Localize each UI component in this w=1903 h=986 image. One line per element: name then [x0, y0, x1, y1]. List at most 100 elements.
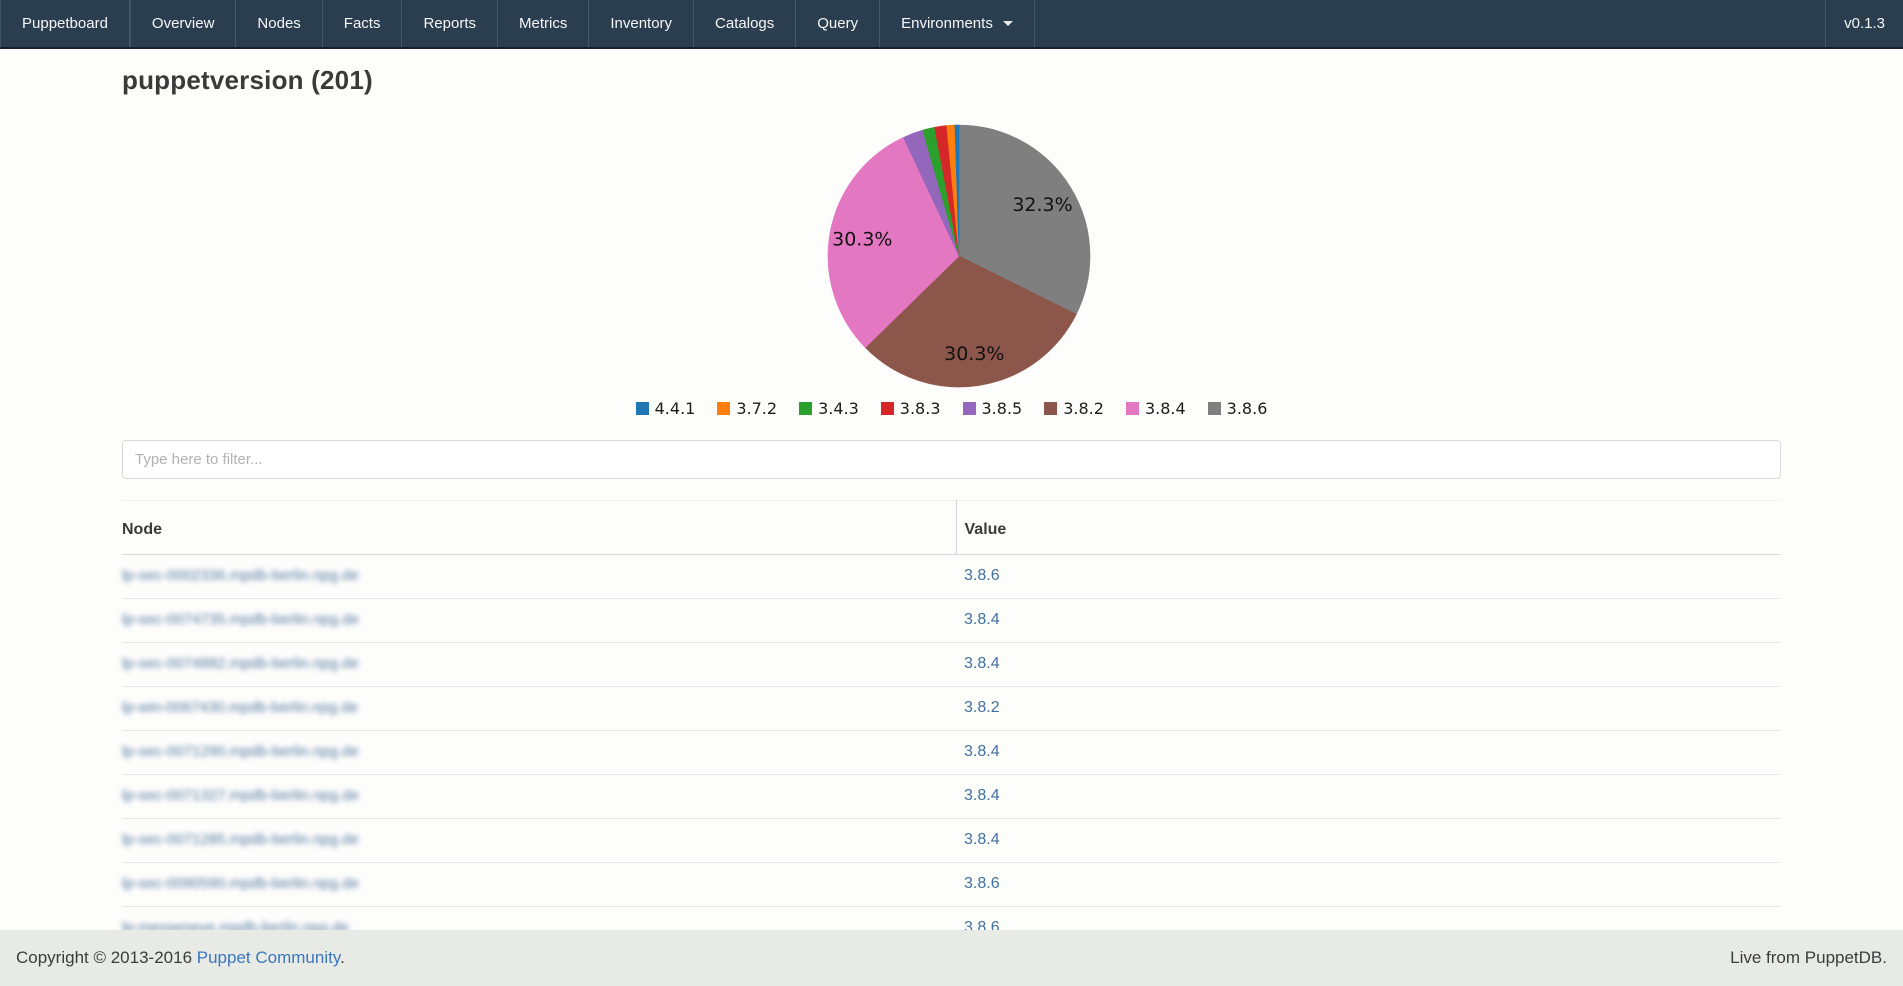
nav-item-catalogs[interactable]: Catalogs [694, 0, 796, 47]
table-row: lp-sec-0074882.mpdb-berlin.npg.de 3.8.4 [122, 643, 1781, 687]
legend-swatch-icon [717, 402, 730, 415]
table-row: lp-sec-0090590.mpdb-berlin.npg.de 3.8.6 [122, 863, 1781, 907]
fact-value-link[interactable]: 3.8.6 [964, 567, 1000, 584]
legend-item-3.8.2: 3.8.2 [1044, 399, 1104, 418]
legend-label: 3.7.2 [736, 399, 777, 418]
value-cell: 3.8.4 [956, 819, 1781, 863]
legend-label: 4.4.1 [655, 399, 696, 418]
fact-value-table: Node Value lp-sec-0002336.mpdb-berlin.np… [122, 500, 1781, 951]
fact-value-link[interactable]: 3.8.4 [964, 655, 1000, 672]
node-link-redacted[interactable]: lp-sec-0071285.mpdb-berlin.npg.de [122, 831, 359, 848]
legend-label: 3.8.6 [1227, 399, 1268, 418]
table-row: lp-sec-0071327.mpdb-berlin.npg.de 3.8.4 [122, 775, 1781, 819]
node-cell: lp-sec-0002336.mpdb-berlin.npg.de [122, 555, 956, 599]
node-cell: lp-sec-0074882.mpdb-berlin.npg.de [122, 643, 956, 687]
filter-input[interactable] [122, 440, 1781, 479]
legend-item-3.8.3: 3.8.3 [881, 399, 941, 418]
value-cell: 3.8.6 [956, 863, 1781, 907]
value-cell: 3.8.2 [956, 687, 1781, 731]
nav-item-overview[interactable]: Overview [130, 0, 237, 47]
legend-item-3.7.2: 3.7.2 [717, 399, 777, 418]
pie-percentage-label: 30.3% [832, 228, 892, 250]
value-cell: 3.8.4 [956, 775, 1781, 819]
environments-label: Environments [901, 15, 993, 32]
node-link-redacted[interactable]: lp-sec-0090590.mpdb-berlin.npg.de [122, 875, 359, 892]
node-cell: lp-win-0067430.mpdb-berlin.npg.de [122, 687, 956, 731]
legend-swatch-icon [1208, 402, 1221, 415]
nav-item-metrics[interactable]: Metrics [498, 0, 589, 47]
nav-item-query[interactable]: Query [796, 0, 880, 47]
pie-percentage-label: 30.3% [944, 343, 1004, 365]
table-body: lp-sec-0002336.mpdb-berlin.npg.de3.8.6lp… [122, 555, 1781, 951]
value-cell: 3.8.4 [956, 643, 1781, 687]
legend-item-3.8.6: 3.8.6 [1208, 399, 1268, 418]
table-row: lp-sec-0071290.mpdb-berlin.npg.de 3.8.4 [122, 731, 1781, 775]
fact-value-link[interactable]: 3.8.4 [964, 743, 1000, 760]
column-header-node: Node [122, 501, 956, 555]
value-cell: 3.8.4 [956, 599, 1781, 643]
nav-item-reports[interactable]: Reports [402, 0, 498, 47]
legend-item-3.8.4: 3.8.4 [1126, 399, 1186, 418]
puppet-community-link[interactable]: Puppet Community [197, 948, 340, 967]
nav-items-container: OverviewNodesFactsReportsMetricsInventor… [130, 0, 880, 47]
value-cell: 3.8.4 [956, 731, 1781, 775]
legend-label: 3.8.2 [1063, 399, 1104, 418]
node-cell: lp-sec-0074735.mpdb-berlin.npg.de [122, 599, 956, 643]
nav-item-nodes[interactable]: Nodes [236, 0, 322, 47]
fact-value-link[interactable]: 3.8.2 [964, 699, 1000, 716]
table-row: lp-sec-0002336.mpdb-berlin.npg.de 3.8.6 [122, 555, 1781, 599]
legend-item-4.4.1: 4.4.1 [636, 399, 696, 418]
legend-label: 3.8.3 [900, 399, 941, 418]
nav-brand-label: Puppetboard [22, 15, 108, 32]
legend-item-3.8.5: 3.8.5 [963, 399, 1023, 418]
fact-value-link[interactable]: 3.8.6 [964, 875, 1000, 892]
legend-swatch-icon [1126, 402, 1139, 415]
node-cell: lp-sec-0090590.mpdb-berlin.npg.de [122, 863, 956, 907]
node-link-redacted[interactable]: lp-sec-0071290.mpdb-berlin.npg.de [122, 743, 359, 760]
footer-copyright: Copyright © 2013-2016 Puppet Community. [16, 948, 345, 968]
fact-value-link[interactable]: 3.8.4 [964, 787, 1000, 804]
column-header-value: Value [956, 501, 1781, 555]
pie-chart: 32.3% 30.3% 30.3% [739, 116, 1179, 391]
pie-percentage-label: 32.3% [1012, 194, 1072, 216]
node-cell: lp-sec-0071290.mpdb-berlin.npg.de [122, 731, 956, 775]
fact-value-link[interactable]: 3.8.4 [964, 831, 1000, 848]
legend-swatch-icon [1044, 402, 1057, 415]
node-cell: lp-sec-0071327.mpdb-berlin.npg.de [122, 775, 956, 819]
chart-legend: 4.4.1 3.7.2 3.4.3 3.8.3 3.8.5 3.8.2 3.8.4 3.8.6 [122, 399, 1781, 418]
top-navbar: Puppetboard OverviewNodesFactsReportsMet… [0, 0, 1903, 49]
legend-label: 3.4.3 [818, 399, 859, 418]
footer-status: Live from PuppetDB. [1730, 948, 1887, 968]
node-cell: lp-sec-0071285.mpdb-berlin.npg.de [122, 819, 956, 863]
pie-chart-svg: 32.3% 30.3% 30.3% [739, 116, 1179, 391]
copyright-text: Copyright © 2013-2016 [16, 948, 197, 967]
legend-item-3.4.3: 3.4.3 [799, 399, 859, 418]
table-header: Node Value [122, 501, 1781, 555]
chevron-down-icon [1003, 21, 1013, 26]
version-badge: v0.1.3 [1825, 0, 1903, 47]
table-row: lp-sec-0071285.mpdb-berlin.npg.de 3.8.4 [122, 819, 1781, 863]
node-link-redacted[interactable]: lp-win-0067430.mpdb-berlin.npg.de [122, 699, 358, 716]
legend-swatch-icon [799, 402, 812, 415]
nav-item-facts[interactable]: Facts [323, 0, 403, 47]
fact-value-link[interactable]: 3.8.4 [964, 611, 1000, 628]
copyright-suffix: . [340, 948, 345, 967]
legend-label: 3.8.5 [982, 399, 1023, 418]
main-content: puppetversion (201) 32.3%30.3%30.3% 4.4.… [0, 65, 1903, 951]
footer: Copyright © 2013-2016 Puppet Community. … [0, 930, 1903, 986]
legend-swatch-icon [881, 402, 894, 415]
node-link-redacted[interactable]: lp-sec-0071327.mpdb-berlin.npg.de [122, 787, 359, 804]
node-link-redacted[interactable]: lp-sec-0074735.mpdb-berlin.npg.de [122, 611, 359, 628]
version-label: v0.1.3 [1844, 15, 1885, 32]
nav-item-environments[interactable]: Environments [880, 0, 1035, 47]
table-row: lp-sec-0074735.mpdb-berlin.npg.de 3.8.4 [122, 599, 1781, 643]
node-link-redacted[interactable]: lp-sec-0074882.mpdb-berlin.npg.de [122, 655, 359, 672]
nav-spacer [1035, 0, 1825, 47]
legend-label: 3.8.4 [1145, 399, 1186, 418]
table-row: lp-win-0067430.mpdb-berlin.npg.de 3.8.2 [122, 687, 1781, 731]
node-link-redacted[interactable]: lp-sec-0002336.mpdb-berlin.npg.de [122, 567, 359, 584]
nav-item-inventory[interactable]: Inventory [589, 0, 694, 47]
legend-swatch-icon [963, 402, 976, 415]
nav-brand-puppetboard[interactable]: Puppetboard [0, 0, 130, 47]
legend-swatch-icon [636, 402, 649, 415]
